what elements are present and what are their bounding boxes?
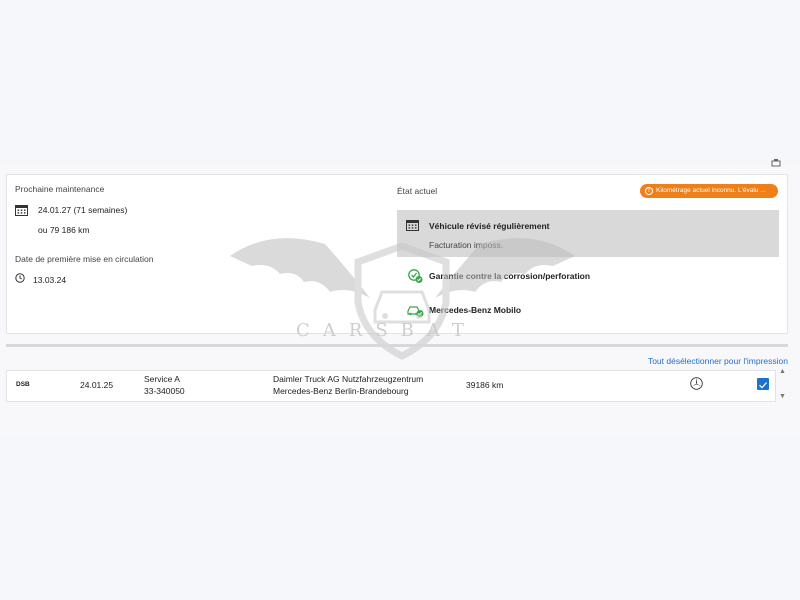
status-item-label: Garantie contre la corrosion/perforation bbox=[429, 271, 591, 281]
scroll-up-arrow[interactable]: ▲ bbox=[779, 368, 786, 375]
watermark-text: CARSBAT bbox=[296, 320, 477, 341]
row-type: DSB bbox=[16, 381, 30, 388]
registration-title: Date de première mise en circulation bbox=[15, 254, 154, 264]
shield-check-icon bbox=[408, 269, 423, 283]
row-mileage: 39186 km bbox=[466, 380, 504, 390]
page: Prochaine maintenance 24.01.27 (71 semai… bbox=[0, 0, 800, 600]
clock-icon bbox=[15, 273, 25, 283]
row-order-number: 33-340050 bbox=[144, 386, 185, 396]
calendar-icon bbox=[406, 220, 419, 231]
row-dealer-line1: Daimler Truck AG Nutzfahrzeugzentrum bbox=[273, 374, 424, 384]
row-date: 24.01.25 bbox=[80, 380, 114, 390]
car-check-icon bbox=[407, 306, 424, 317]
deselect-all-link[interactable]: Tout désélectionner pour l'impression bbox=[620, 356, 788, 366]
maintenance-date: 24.01.27 (71 semaines) bbox=[38, 205, 128, 215]
row-service: Service A bbox=[144, 374, 180, 384]
calendar-icon bbox=[15, 205, 28, 216]
status-item-label: Mercedes-Benz Mobilo bbox=[429, 305, 522, 315]
print-icon[interactable] bbox=[771, 158, 781, 168]
mercedes-star-icon bbox=[690, 377, 703, 390]
status-item-label: Véhicule révisé régulièrement bbox=[429, 221, 550, 231]
status-title: État actuel bbox=[397, 186, 438, 196]
registration-date: 13.03.24 bbox=[33, 275, 67, 285]
maintenance-title: Prochaine maintenance bbox=[15, 184, 105, 194]
warning-text: Kilométrage actuel inconnu. L'évalu ... bbox=[656, 187, 766, 194]
check-icon bbox=[759, 382, 767, 389]
row-print-checkbox[interactable] bbox=[757, 378, 769, 390]
scroll-down-arrow[interactable]: ▼ bbox=[779, 393, 786, 400]
row-dealer-line2: Mercedes-Benz Berlin-Brandebourg bbox=[273, 386, 409, 396]
maintenance-km: ou 79 186 km bbox=[38, 225, 90, 235]
warning-badge[interactable]: ! Kilométrage actuel inconnu. L'évalu ..… bbox=[640, 184, 778, 198]
warning-icon: ! bbox=[645, 187, 653, 195]
section-divider bbox=[6, 344, 788, 347]
status-item-sub: Facturation imposs. bbox=[429, 240, 504, 250]
